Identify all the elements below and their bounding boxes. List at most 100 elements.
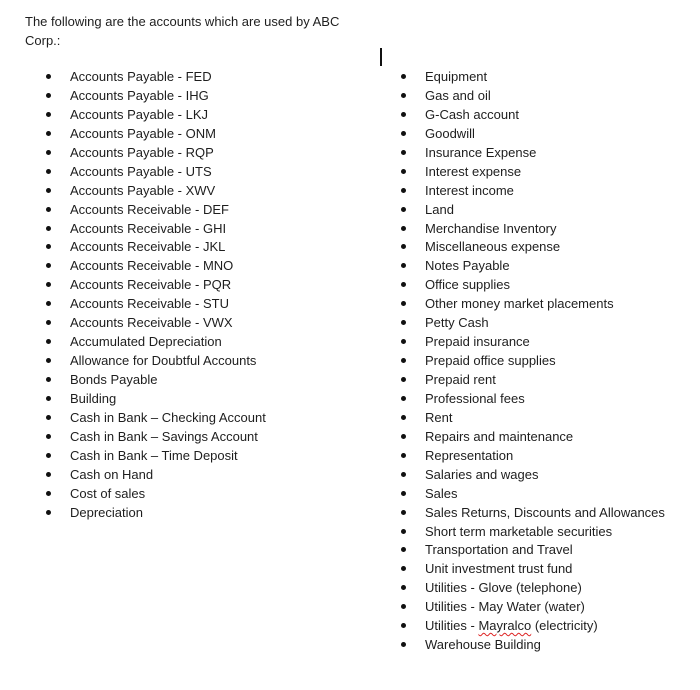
- account-list-item: Bonds Payable: [46, 370, 266, 389]
- bullet-icon: [46, 452, 51, 458]
- bullet-icon: [401, 377, 406, 382]
- bullet-icon: [46, 395, 51, 401]
- account-list-item: Utilities - Glove (telephone): [401, 578, 665, 597]
- bullet-icon: [46, 74, 51, 79]
- account-list-item: Accounts Receivable - STU: [46, 294, 266, 313]
- bullet-icon: [401, 244, 406, 250]
- account-list-item: Prepaid rent: [401, 370, 665, 389]
- account-list-item: Insurance Expense: [401, 143, 665, 162]
- bullet-icon: [46, 339, 51, 345]
- account-list-item: Accounts Payable - IHG: [46, 86, 266, 105]
- account-name: Equipment: [425, 69, 488, 84]
- account-name: Allowance for Doubtful Accounts: [70, 353, 257, 369]
- account-list-item: Accounts Receivable - JKL: [46, 237, 266, 256]
- account-name: Cash in Bank – Time Deposit: [70, 447, 238, 463]
- account-list-item: Cash on Hand: [46, 465, 266, 484]
- account-name: Transportation and Travel: [425, 542, 573, 558]
- account-name: Prepaid insurance: [425, 334, 530, 350]
- bullet-icon: [401, 395, 406, 401]
- bullet-icon: [401, 339, 406, 345]
- account-list-item: Miscellaneous expense: [401, 237, 665, 256]
- account-name: Other money market placements: [425, 296, 614, 312]
- account-name: Insurance Expense: [425, 144, 537, 160]
- bullet-icon: [46, 225, 51, 231]
- account-list-item: Interest expense: [401, 162, 665, 181]
- account-list-item: Accumulated Depreciation: [46, 332, 266, 351]
- account-name: Accounts Payable - IHG: [70, 87, 209, 103]
- account-list-item: Accounts Receivable - PQR: [46, 275, 266, 294]
- bullet-icon: [401, 301, 406, 307]
- account-list-item: Other money market placements: [401, 294, 665, 313]
- account-name: Accounts Payable - LKJ: [70, 106, 209, 122]
- bullet-icon: [46, 282, 51, 288]
- bullet-icon: [401, 490, 406, 496]
- account-name: Accounts Receivable - DEF: [70, 201, 229, 217]
- account-name: Short term marketable securities: [425, 523, 613, 539]
- account-list-item: Allowance for Doubtful Accounts: [46, 351, 266, 370]
- bullet-icon: [401, 471, 406, 477]
- account-name: Petty Cash: [425, 315, 489, 331]
- bullet-icon: [46, 301, 51, 307]
- spelling-error-underline[interactable]: Mayralco: [478, 618, 531, 633]
- bullet-icon: [401, 642, 406, 648]
- account-name: Accounts Receivable - MNO: [70, 258, 234, 274]
- bullet-icon: [401, 130, 406, 136]
- account-list-item: Prepaid insurance: [401, 332, 665, 351]
- bullet-icon: [401, 225, 406, 231]
- accounts-list-left: Accounts Payable - FED Accounts Payable -…: [46, 67, 266, 522]
- bullet-icon: [401, 320, 406, 326]
- account-name: Gas and oil: [425, 87, 491, 103]
- bullet-icon: [46, 92, 51, 98]
- bullet-icon: [401, 566, 406, 572]
- account-name: Bonds Payable: [70, 372, 158, 387]
- account-name: Depreciation: [70, 504, 143, 520]
- account-list-item: Interest income: [401, 181, 665, 200]
- account-name: Cost of sales: [70, 485, 146, 501]
- bullet-icon: [401, 111, 406, 117]
- account-name: Interest expense: [425, 163, 522, 179]
- account-name: Miscellaneous expense: [425, 239, 561, 255]
- account-name: Accounts Receivable - JKL: [70, 239, 226, 255]
- account-name: Utilities - Glove (telephone): [425, 580, 582, 596]
- account-list-item: Transportation and Travel: [401, 540, 665, 559]
- bullet-icon: [46, 471, 51, 477]
- account-list-item: Cash in Bank – Checking Account: [46, 408, 266, 427]
- account-name: Unit investment trust fund: [425, 561, 573, 577]
- account-list-item: Cash in Bank – Savings Account: [46, 427, 266, 446]
- bullet-icon: [401, 433, 406, 439]
- account-list-item: Prepaid office supplies: [401, 351, 665, 370]
- bullet-icon: [46, 130, 51, 136]
- bullet-icon: [46, 433, 51, 439]
- bullet-icon: [46, 206, 51, 212]
- account-list-item: Gas and oil: [401, 86, 665, 105]
- bullet-icon: [46, 244, 51, 250]
- bullet-icon: [401, 414, 406, 420]
- bullet-icon: [401, 282, 406, 288]
- bullet-icon: [401, 452, 406, 458]
- account-list-item: Accounts Payable - ONM: [46, 124, 266, 143]
- bullet-icon: [401, 528, 406, 534]
- bullet-icon: [401, 263, 406, 269]
- bullet-icon: [401, 74, 406, 79]
- bullet-icon: [46, 358, 51, 364]
- bullet-icon: [401, 206, 406, 212]
- account-name: Rent: [425, 409, 453, 425]
- bullet-icon: [46, 414, 51, 420]
- account-name: Accounts Payable - UTS: [70, 163, 212, 179]
- account-list-item: Office supplies: [401, 275, 665, 294]
- account-list-item: Utilities - Mayralco (electricity): [401, 616, 665, 635]
- account-list-item: Representation: [401, 446, 665, 465]
- account-name: Accounts Payable - FED: [70, 69, 212, 84]
- account-list-item: Accounts Payable - XWV: [46, 181, 266, 200]
- bullet-icon: [46, 377, 51, 382]
- account-list-item: Unit investment trust fund: [401, 559, 665, 578]
- account-list-item: Salaries and wages: [401, 465, 665, 484]
- account-name: G-Cash account: [425, 106, 519, 122]
- bullet-icon: [401, 623, 406, 629]
- account-list-item: Merchandise Inventory: [401, 219, 665, 238]
- account-list-item: Utilities - May Water (water): [401, 597, 665, 616]
- account-list-item: Equipment: [401, 67, 665, 86]
- account-list-item: Professional fees: [401, 389, 665, 408]
- account-list-item: Accounts Receivable - VWX: [46, 313, 266, 332]
- bullet-icon: [46, 111, 51, 117]
